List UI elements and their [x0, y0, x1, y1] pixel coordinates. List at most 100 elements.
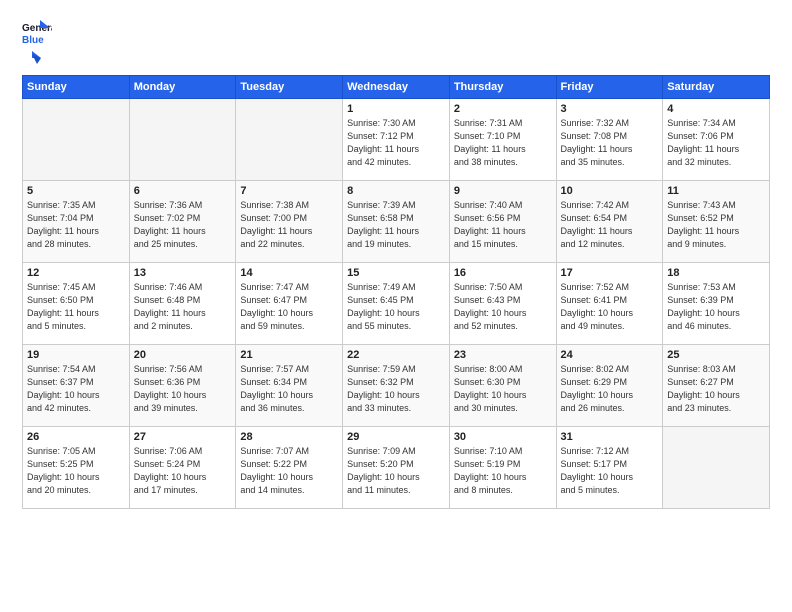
day-info: Sunrise: 7:05 AM Sunset: 5:25 PM Dayligh…: [27, 445, 125, 497]
calendar-cell: 12 Sunrise: 7:45 AM Sunset: 6:50 PM Dayli…: [23, 263, 130, 345]
day-info: Sunrise: 7:56 AM Sunset: 6:36 PM Dayligh…: [134, 363, 232, 415]
day-number: 24: [561, 349, 659, 361]
day-number: 7: [240, 185, 338, 197]
day-info: Sunrise: 7:39 AM Sunset: 6:58 PM Dayligh…: [347, 199, 445, 251]
day-info: Sunrise: 7:47 AM Sunset: 6:47 PM Dayligh…: [240, 281, 338, 333]
calendar-table: SundayMondayTuesdayWednesdayThursdayFrid…: [22, 75, 770, 509]
day-number: 29: [347, 431, 445, 443]
calendar-cell: 13Sunrise: 7:46 AM Sunset: 6:48 PM Dayli…: [129, 263, 236, 345]
day-info: Sunrise: 7:45 AM Sunset: 6:50 PM Dayligh…: [27, 281, 125, 333]
day-info: Sunrise: 7:30 AM Sunset: 7:12 PM Dayligh…: [347, 117, 445, 169]
day-number: 12: [27, 267, 125, 279]
calendar-week-2: 5 Sunrise: 7:35 AM Sunset: 7:04 PM Daylig…: [23, 181, 770, 263]
logo: General Blue: [22, 18, 52, 67]
day-number: 21: [240, 349, 338, 361]
calendar-cell: 8 Sunrise: 7:39 AM Sunset: 6:58 PM Daylig…: [343, 181, 450, 263]
calendar-cell: 26 Sunrise: 7:05 AM Sunset: 5:25 PM Dayli…: [23, 427, 130, 509]
day-info: Sunrise: 7:42 AM Sunset: 6:54 PM Dayligh…: [561, 199, 659, 251]
day-number: 11: [667, 185, 765, 197]
calendar-cell: 29 Sunrise: 7:09 AM Sunset: 5:20 PM Dayli…: [343, 427, 450, 509]
day-number: 27: [134, 431, 232, 443]
calendar-cell: 27 Sunrise: 7:06 AM Sunset: 5:24 PM Dayli…: [129, 427, 236, 509]
calendar-cell: 17Sunrise: 7:52 AM Sunset: 6:41 PM Dayli…: [556, 263, 663, 345]
header: General Blue: [22, 18, 770, 67]
calendar-cell: 22 Sunrise: 7:59 AM Sunset: 6:32 PM Dayli…: [343, 345, 450, 427]
day-info: Sunrise: 7:59 AM Sunset: 6:32 PM Dayligh…: [347, 363, 445, 415]
calendar-cell: 28 Sunrise: 7:07 AM Sunset: 5:22 PM Dayli…: [236, 427, 343, 509]
day-number: 15: [347, 267, 445, 279]
day-number: 16: [454, 267, 552, 279]
calendar-week-5: 26 Sunrise: 7:05 AM Sunset: 5:25 PM Dayli…: [23, 427, 770, 509]
calendar-cell: [663, 427, 770, 509]
day-number: 5: [27, 185, 125, 197]
day-info: Sunrise: 7:35 AM Sunset: 7:04 PM Dayligh…: [27, 199, 125, 251]
day-info: Sunrise: 7:12 AM Sunset: 5:17 PM Dayligh…: [561, 445, 659, 497]
day-info: Sunrise: 7:07 AM Sunset: 5:22 PM Dayligh…: [240, 445, 338, 497]
calendar-cell: 6Sunrise: 7:36 AM Sunset: 7:02 PM Daylig…: [129, 181, 236, 263]
calendar-cell: 24 Sunrise: 8:02 AM Sunset: 6:29 PM Dayli…: [556, 345, 663, 427]
calendar-header-thursday: Thursday: [449, 76, 556, 99]
calendar-header-row: SundayMondayTuesdayWednesdayThursdayFrid…: [23, 76, 770, 99]
day-number: 18: [667, 267, 765, 279]
day-info: Sunrise: 7:54 AM Sunset: 6:37 PM Dayligh…: [27, 363, 125, 415]
calendar-cell: 21 Sunrise: 7:57 AM Sunset: 6:34 PM Dayli…: [236, 345, 343, 427]
day-info: Sunrise: 7:50 AM Sunset: 6:43 PM Dayligh…: [454, 281, 552, 333]
calendar-week-3: 12 Sunrise: 7:45 AM Sunset: 6:50 PM Dayli…: [23, 263, 770, 345]
calendar-cell: 25 Sunrise: 8:03 AM Sunset: 6:27 PM Dayli…: [663, 345, 770, 427]
day-info: Sunrise: 7:52 AM Sunset: 6:41 PM Dayligh…: [561, 281, 659, 333]
calendar-cell: 20 Sunrise: 7:56 AM Sunset: 6:36 PM Dayli…: [129, 345, 236, 427]
calendar-header-tuesday: Tuesday: [236, 76, 343, 99]
day-info: Sunrise: 8:02 AM Sunset: 6:29 PM Dayligh…: [561, 363, 659, 415]
calendar-header-friday: Friday: [556, 76, 663, 99]
day-info: Sunrise: 8:03 AM Sunset: 6:27 PM Dayligh…: [667, 363, 765, 415]
calendar-cell: [236, 99, 343, 181]
calendar-cell: 2 Sunrise: 7:31 AM Sunset: 7:10 PM Daylig…: [449, 99, 556, 181]
day-info: Sunrise: 7:49 AM Sunset: 6:45 PM Dayligh…: [347, 281, 445, 333]
day-number: 28: [240, 431, 338, 443]
calendar-cell: 9Sunrise: 7:40 AM Sunset: 6:56 PM Daylig…: [449, 181, 556, 263]
day-info: Sunrise: 7:43 AM Sunset: 6:52 PM Dayligh…: [667, 199, 765, 251]
calendar-cell: 23Sunrise: 8:00 AM Sunset: 6:30 PM Dayli…: [449, 345, 556, 427]
day-number: 8: [347, 185, 445, 197]
calendar-cell: 30Sunrise: 7:10 AM Sunset: 5:19 PM Dayli…: [449, 427, 556, 509]
day-info: Sunrise: 8:00 AM Sunset: 6:30 PM Dayligh…: [454, 363, 552, 415]
day-number: 13: [134, 267, 232, 279]
calendar-cell: 4Sunrise: 7:34 AM Sunset: 7:06 PM Daylig…: [663, 99, 770, 181]
svg-text:Blue: Blue: [22, 35, 44, 46]
day-number: 20: [134, 349, 232, 361]
day-info: Sunrise: 7:10 AM Sunset: 5:19 PM Dayligh…: [454, 445, 552, 497]
calendar-cell: [129, 99, 236, 181]
day-info: Sunrise: 7:36 AM Sunset: 7:02 PM Dayligh…: [134, 199, 232, 251]
calendar-header-wednesday: Wednesday: [343, 76, 450, 99]
day-number: 26: [27, 431, 125, 443]
calendar-header-saturday: Saturday: [663, 76, 770, 99]
calendar-cell: 11 Sunrise: 7:43 AM Sunset: 6:52 PM Dayli…: [663, 181, 770, 263]
day-number: 9: [454, 185, 552, 197]
day-number: 4: [667, 103, 765, 115]
day-number: 22: [347, 349, 445, 361]
calendar-cell: 5 Sunrise: 7:35 AM Sunset: 7:04 PM Daylig…: [23, 181, 130, 263]
day-info: Sunrise: 7:09 AM Sunset: 5:20 PM Dayligh…: [347, 445, 445, 497]
calendar-cell: 31Sunrise: 7:12 AM Sunset: 5:17 PM Dayli…: [556, 427, 663, 509]
day-info: Sunrise: 7:32 AM Sunset: 7:08 PM Dayligh…: [561, 117, 659, 169]
day-number: 14: [240, 267, 338, 279]
day-info: Sunrise: 7:57 AM Sunset: 6:34 PM Dayligh…: [240, 363, 338, 415]
calendar-week-1: 1 Sunrise: 7:30 AM Sunset: 7:12 PM Daylig…: [23, 99, 770, 181]
page: General Blue: [0, 0, 792, 612]
day-info: Sunrise: 7:31 AM Sunset: 7:10 PM Dayligh…: [454, 117, 552, 169]
logo-text: General Blue: [22, 18, 52, 67]
calendar-cell: 7Sunrise: 7:38 AM Sunset: 7:00 PM Daylig…: [236, 181, 343, 263]
day-info: Sunrise: 7:53 AM Sunset: 6:39 PM Dayligh…: [667, 281, 765, 333]
svg-text:General: General: [22, 23, 52, 34]
calendar-cell: 14 Sunrise: 7:47 AM Sunset: 6:47 PM Dayli…: [236, 263, 343, 345]
calendar-week-4: 19Sunrise: 7:54 AM Sunset: 6:37 PM Dayli…: [23, 345, 770, 427]
calendar-cell: 16 Sunrise: 7:50 AM Sunset: 6:43 PM Dayli…: [449, 263, 556, 345]
day-number: 1: [347, 103, 445, 115]
logo-bird-icon: [23, 49, 41, 67]
day-number: 25: [667, 349, 765, 361]
calendar-cell: 3Sunrise: 7:32 AM Sunset: 7:08 PM Daylig…: [556, 99, 663, 181]
day-info: Sunrise: 7:06 AM Sunset: 5:24 PM Dayligh…: [134, 445, 232, 497]
calendar-cell: 18 Sunrise: 7:53 AM Sunset: 6:39 PM Dayli…: [663, 263, 770, 345]
day-number: 10: [561, 185, 659, 197]
day-number: 2: [454, 103, 552, 115]
